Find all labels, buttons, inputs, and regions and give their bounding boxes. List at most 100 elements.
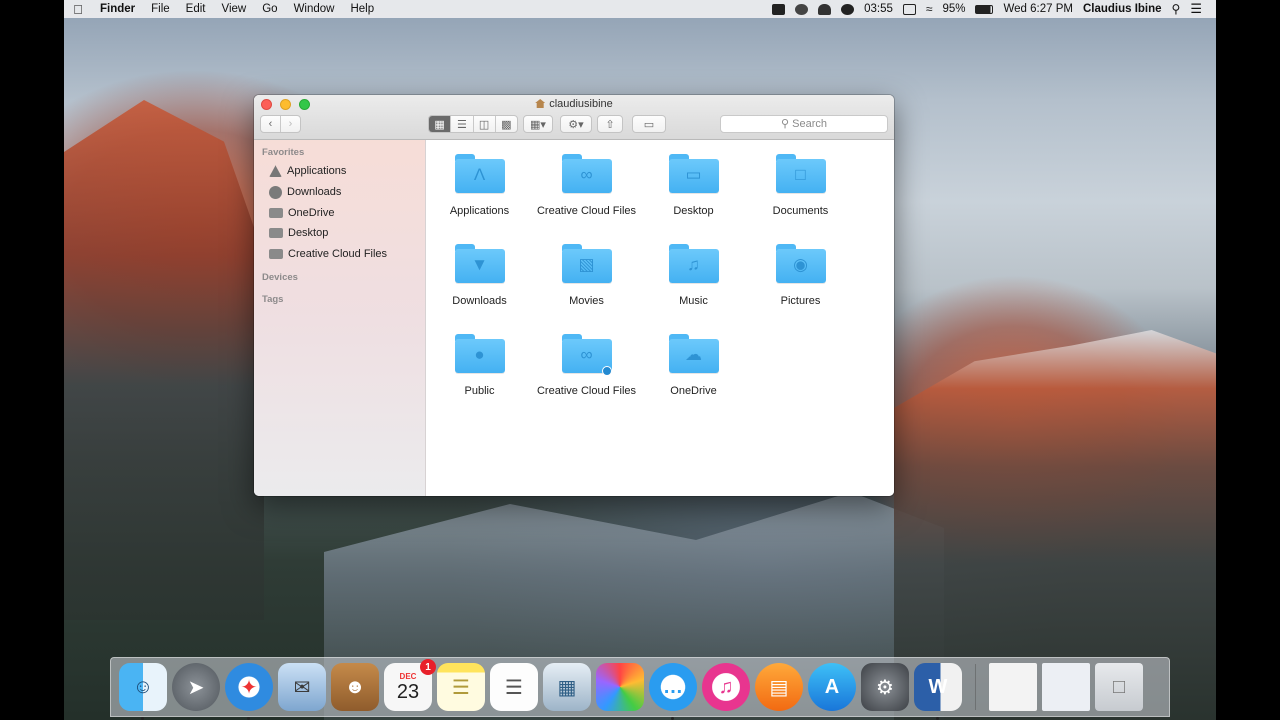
downloads-folder-icon: ▼ [454,244,505,284]
movies-folder-icon: ▧ [561,244,612,284]
folder-item[interactable]: ▭ Desktop [640,152,747,242]
menu-app-name[interactable]: Finder [92,3,143,15]
notes-icon[interactable]: ☰ [437,663,485,711]
menu-file[interactable]: File [143,3,178,15]
folder-item[interactable]: ▧ Movies [533,242,640,332]
creative-cloud-icon[interactable] [818,3,832,15]
folder-label: Creative Cloud Files [536,205,637,217]
calendar-icon[interactable]: DEC 23 1 [384,659,436,711]
folder-item[interactable]: Λ Applications [426,152,533,242]
creative-cloud-folder-icon: ∞ [561,334,612,376]
coverflow-view-button[interactable]: ▩ [496,116,517,132]
folder-item[interactable]: ● Public [426,332,533,422]
folder-item[interactable]: ☁ OneDrive [640,332,747,422]
system-preferences-icon[interactable]: ⚙ [861,663,909,711]
menu-extras: 03:55 ≈ 95% Wed 6:27 PM Claudius Ibine ⚲… [772,1,1216,17]
documents-stack-icon[interactable] [1042,663,1090,711]
folder-item[interactable]: ∞ Creative Cloud Files [533,152,640,242]
sidebar-heading-devices[interactable]: Devices [254,264,425,283]
public-folder-icon: ● [454,334,505,374]
sidebar-item-downloads[interactable]: Downloads [254,182,425,203]
sidebar-item-creative-cloud-files[interactable]: Creative Cloud Files [254,244,425,265]
itunes-icon[interactable]: ♫ [702,663,750,711]
photos-icon[interactable] [596,663,644,711]
menu-user[interactable]: Claudius Ibine [1083,3,1162,15]
battery-percent[interactable]: 95% [942,3,965,15]
dock-separator [975,664,976,710]
menu-edit[interactable]: Edit [178,3,214,15]
menu-clock[interactable]: Wed 6:27 PM [1003,3,1072,15]
toolbar: claudiusibine ‹ › ▦ ☰ ◫ ▩ ▦▾ ⚙▾ ⇧ ▭ ⚲ Se… [254,95,894,140]
calendar-badge: 1 [420,659,436,675]
folder-label: Creative Cloud Files [536,385,637,397]
timer-readout[interactable]: 03:55 [864,3,893,15]
camera-icon[interactable] [772,3,786,15]
folder-item[interactable]: ▼ Downloads [426,242,533,332]
launchpad-icon[interactable]: ➤ [172,663,220,711]
applications-folder-icon: Λ [454,154,505,194]
window-title-text: claudiusibine [549,98,613,110]
sidebar-heading-tags[interactable]: Tags [254,283,425,305]
sidebar-item-onedrive[interactable]: OneDrive [254,202,425,223]
menu-help[interactable]: Help [342,3,382,15]
messages-icon[interactable]: … [649,663,697,720]
wifi-icon[interactable]: ≈ [926,2,933,16]
sidebar-item-label: Desktop [288,227,329,240]
battery-icon[interactable] [975,4,994,14]
sidebar-item-applications[interactable]: Applications [254,161,425,182]
folder-label: Applications [449,205,510,217]
search-placeholder: Search [792,118,827,130]
list-view-button[interactable]: ☰ [451,116,474,132]
file-browser: Λ Applications ∞ Creative Cloud Files ▭ … [426,140,894,496]
folder-item[interactable]: □ Documents [747,152,854,242]
share-button[interactable]: ⇧ [597,115,623,133]
finder-window: claudiusibine ‹ › ▦ ☰ ◫ ▩ ▦▾ ⚙▾ ⇧ ▭ ⚲ Se… [254,95,894,496]
folder-label: Movies [569,295,604,307]
downloads-stack-icon[interactable] [989,663,1037,711]
grammarly-icon[interactable] [841,3,855,15]
notification-center-icon[interactable]: ☰ [1190,1,1202,17]
action-gear-button[interactable]: ⚙▾ [560,115,592,133]
apple-icon[interactable]:  [64,2,92,17]
safari-icon[interactable]: ✦ [225,663,273,720]
calendar-month: DEC [399,671,417,681]
folder-label: Documents [772,205,829,217]
folder-icon [269,249,283,260]
desktop-folder-icon: ▭ [668,154,719,194]
sidebar-heading-favorites: Favorites [262,147,305,158]
home-icon [535,99,546,108]
music-folder-icon: ♫ [668,244,719,284]
menu-go[interactable]: Go [254,3,285,15]
airplay-icon[interactable] [902,3,916,15]
folder-item[interactable]: ◉ Pictures [747,242,854,332]
trash-icon[interactable]: □ [1095,663,1143,711]
menu-window[interactable]: Window [286,3,343,15]
sidebar-item-desktop[interactable]: Desktop [254,223,425,244]
forward-button[interactable]: › [281,116,300,132]
preview-icon[interactable]: ▦ [543,663,591,711]
creative-cloud-folder-icon: ∞ [561,154,612,194]
folder-item[interactable]: ♫ Music [640,242,747,332]
folder-label: Public [464,385,495,397]
app-store-icon[interactable]: A [808,663,856,711]
reminders-icon[interactable]: ☰ [490,663,538,711]
sidebar-item-label: Applications [287,165,347,178]
folder-icon [269,207,283,218]
ibooks-icon[interactable]: ▤ [755,663,803,711]
spotlight-icon[interactable]: ⚲ [1172,2,1181,16]
contacts-icon[interactable]: ☻ [331,663,379,711]
menu-view[interactable]: View [214,3,255,15]
edit-tags-button[interactable]: ▭ [632,115,666,133]
arrange-button[interactable]: ▦▾ [523,115,553,133]
folder-grid: Λ Applications ∞ Creative Cloud Files ▭ … [426,152,854,422]
menu-bar:  Finder File Edit View Go Window Help 0… [64,0,1216,18]
icon-view-button[interactable]: ▦ [429,116,452,132]
color-wheel-icon[interactable] [795,3,809,15]
finder-icon[interactable]: ☺ [119,663,167,720]
mail-icon[interactable]: ✉ [278,663,326,711]
folder-item[interactable]: ∞ Creative Cloud Files [533,332,640,422]
back-button[interactable]: ‹ [261,116,281,132]
column-view-button[interactable]: ◫ [474,116,496,132]
search-field[interactable]: ⚲ Search [720,115,888,133]
word-icon[interactable]: W [914,663,962,720]
